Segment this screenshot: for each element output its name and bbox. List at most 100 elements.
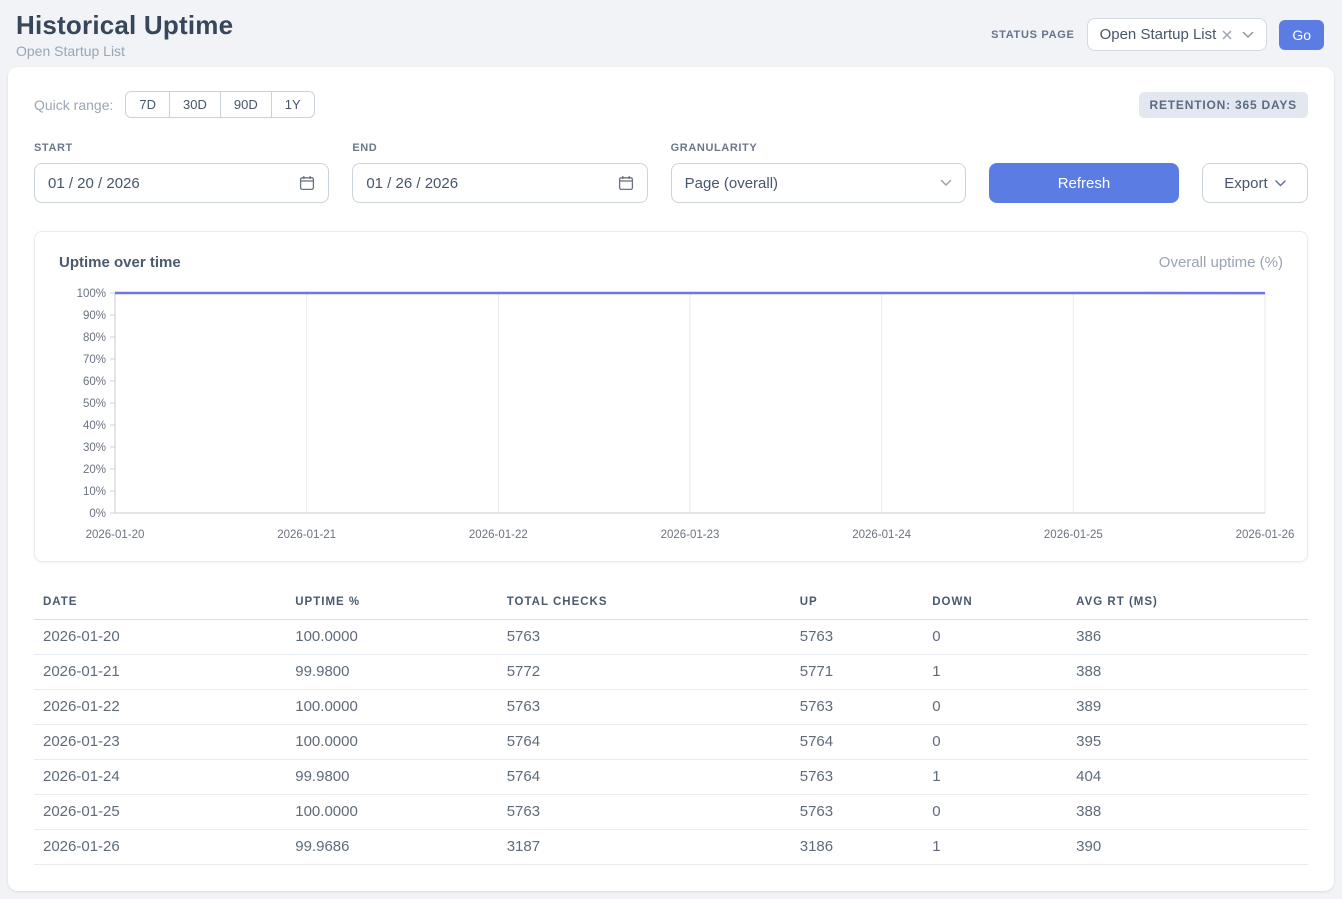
table-cell: 5771 bbox=[791, 655, 923, 690]
table-cell: 388 bbox=[1067, 655, 1308, 690]
table-cell: 390 bbox=[1067, 830, 1308, 865]
svg-text:10%: 10% bbox=[83, 486, 106, 498]
quick-range-row: Quick range: 7D 30D 90D 1Y RETENTION: 36… bbox=[34, 91, 1308, 118]
end-date-label: END bbox=[352, 142, 647, 154]
table-cell: 389 bbox=[1067, 690, 1308, 725]
quick-range-label: Quick range: bbox=[34, 97, 113, 113]
table-column-header: DATE bbox=[34, 588, 286, 620]
quick-range-30d-button[interactable]: 30D bbox=[169, 91, 221, 118]
svg-text:2026-01-20: 2026-01-20 bbox=[86, 529, 145, 541]
table-column-header: TOTAL CHECKS bbox=[498, 588, 791, 620]
table-cell: 5763 bbox=[498, 620, 791, 655]
table-cell: 5763 bbox=[498, 795, 791, 830]
status-page-select[interactable]: Open Startup List bbox=[1087, 18, 1268, 51]
status-page-selected-value: Open Startup List bbox=[1100, 26, 1217, 43]
top-header: Historical Uptime Open Startup List STAT… bbox=[0, 0, 1342, 67]
table-cell: 2026-01-22 bbox=[34, 690, 286, 725]
chevron-down-icon bbox=[1242, 31, 1254, 39]
table-row: 2026-01-2499.9800576457631404 bbox=[34, 760, 1308, 795]
table-cell: 404 bbox=[1067, 760, 1308, 795]
svg-text:2026-01-26: 2026-01-26 bbox=[1236, 529, 1295, 541]
table-column-header: UP bbox=[791, 588, 923, 620]
start-date-value: 01 / 20 / 2026 bbox=[48, 175, 140, 192]
table-column-header: UPTIME % bbox=[286, 588, 497, 620]
granularity-field: GRANULARITY Page (overall) bbox=[671, 142, 966, 203]
export-button[interactable]: Export bbox=[1202, 163, 1308, 203]
table-cell: 0 bbox=[923, 620, 1067, 655]
chevron-down-icon bbox=[1275, 180, 1286, 187]
svg-text:40%: 40% bbox=[83, 420, 106, 432]
end-date-value: 01 / 26 / 2026 bbox=[366, 175, 458, 192]
table-cell: 5763 bbox=[791, 760, 923, 795]
go-button[interactable]: Go bbox=[1279, 20, 1324, 50]
table-cell: 100.0000 bbox=[286, 690, 497, 725]
uptime-line-chart: 0%10%20%30%40%50%60%70%80%90%100%2026-01… bbox=[57, 285, 1275, 547]
table-cell: 388 bbox=[1067, 795, 1308, 830]
svg-text:2026-01-21: 2026-01-21 bbox=[277, 529, 336, 541]
svg-text:20%: 20% bbox=[83, 464, 106, 476]
table-cell: 2026-01-20 bbox=[34, 620, 286, 655]
main-card: Quick range: 7D 30D 90D 1Y RETENTION: 36… bbox=[8, 67, 1334, 891]
svg-text:90%: 90% bbox=[83, 310, 106, 322]
start-date-input[interactable]: 01 / 20 / 2026 bbox=[34, 163, 329, 203]
table-cell: 0 bbox=[923, 725, 1067, 760]
retention-badge: RETENTION: 365 DAYS bbox=[1139, 92, 1308, 118]
status-page-label: STATUS PAGE bbox=[991, 29, 1074, 41]
table-cell: 1 bbox=[923, 760, 1067, 795]
table-cell: 0 bbox=[923, 795, 1067, 830]
table-row: 2026-01-2199.9800577257711388 bbox=[34, 655, 1308, 690]
granularity-label: GRANULARITY bbox=[671, 142, 966, 154]
svg-text:0%: 0% bbox=[89, 508, 106, 520]
table-row: 2026-01-2699.9686318731861390 bbox=[34, 830, 1308, 865]
svg-text:2026-01-23: 2026-01-23 bbox=[661, 529, 720, 541]
svg-text:2026-01-24: 2026-01-24 bbox=[852, 529, 911, 541]
chart-header: Uptime over time Overall uptime (%) bbox=[57, 250, 1285, 285]
table-cell: 100.0000 bbox=[286, 725, 497, 760]
end-date-input[interactable]: 01 / 26 / 2026 bbox=[352, 163, 647, 203]
end-date-field: END 01 / 26 / 2026 bbox=[352, 142, 647, 203]
clear-icon[interactable] bbox=[1222, 30, 1232, 40]
header-controls: STATUS PAGE Open Startup List Go bbox=[991, 18, 1324, 51]
svg-text:2026-01-22: 2026-01-22 bbox=[469, 529, 528, 541]
table-cell: 395 bbox=[1067, 725, 1308, 760]
quick-range-segmented-control: 7D 30D 90D 1Y bbox=[125, 91, 314, 118]
granularity-selected-value: Page (overall) bbox=[685, 175, 778, 192]
table-row: 2026-01-23100.0000576457640395 bbox=[34, 725, 1308, 760]
quick-range-7d-button[interactable]: 7D bbox=[125, 91, 170, 118]
page: Historical Uptime Open Startup List STAT… bbox=[0, 0, 1342, 899]
table-cell: 99.9800 bbox=[286, 655, 497, 690]
table-cell: 99.9800 bbox=[286, 760, 497, 795]
table-row: 2026-01-25100.0000576357630388 bbox=[34, 795, 1308, 830]
table-cell: 2026-01-21 bbox=[34, 655, 286, 690]
table-column-header: DOWN bbox=[923, 588, 1067, 620]
table-cell: 5764 bbox=[498, 725, 791, 760]
table-cell: 5772 bbox=[498, 655, 791, 690]
table-cell: 3186 bbox=[791, 830, 923, 865]
title-block: Historical Uptime Open Startup List bbox=[16, 10, 233, 59]
refresh-button[interactable]: Refresh bbox=[989, 163, 1179, 203]
svg-text:2026-01-25: 2026-01-25 bbox=[1044, 529, 1103, 541]
granularity-select[interactable]: Page (overall) bbox=[671, 163, 966, 203]
svg-text:30%: 30% bbox=[83, 442, 106, 454]
table-cell: 5763 bbox=[791, 620, 923, 655]
table-cell: 100.0000 bbox=[286, 620, 497, 655]
filters-row: START 01 / 20 / 2026 END 01 / 26 / 2026 bbox=[34, 142, 1308, 203]
table-cell: 2026-01-24 bbox=[34, 760, 286, 795]
calendar-icon[interactable] bbox=[299, 175, 315, 191]
quick-range-1y-button[interactable]: 1Y bbox=[271, 91, 315, 118]
table-column-header: AVG RT (MS) bbox=[1067, 588, 1308, 620]
page-subtitle: Open Startup List bbox=[16, 43, 233, 59]
table-cell: 2026-01-23 bbox=[34, 725, 286, 760]
table-cell: 100.0000 bbox=[286, 795, 497, 830]
table-cell: 386 bbox=[1067, 620, 1308, 655]
table-row: 2026-01-22100.0000576357630389 bbox=[34, 690, 1308, 725]
svg-text:100%: 100% bbox=[77, 288, 106, 300]
quick-range-90d-button[interactable]: 90D bbox=[220, 91, 272, 118]
table-row: 2026-01-20100.0000576357630386 bbox=[34, 620, 1308, 655]
table-cell: 5763 bbox=[791, 795, 923, 830]
svg-text:80%: 80% bbox=[83, 332, 106, 344]
calendar-icon[interactable] bbox=[618, 175, 634, 191]
start-date-field: START 01 / 20 / 2026 bbox=[34, 142, 329, 203]
table-cell: 1 bbox=[923, 655, 1067, 690]
chart-legend: Overall uptime (%) bbox=[1159, 254, 1283, 271]
